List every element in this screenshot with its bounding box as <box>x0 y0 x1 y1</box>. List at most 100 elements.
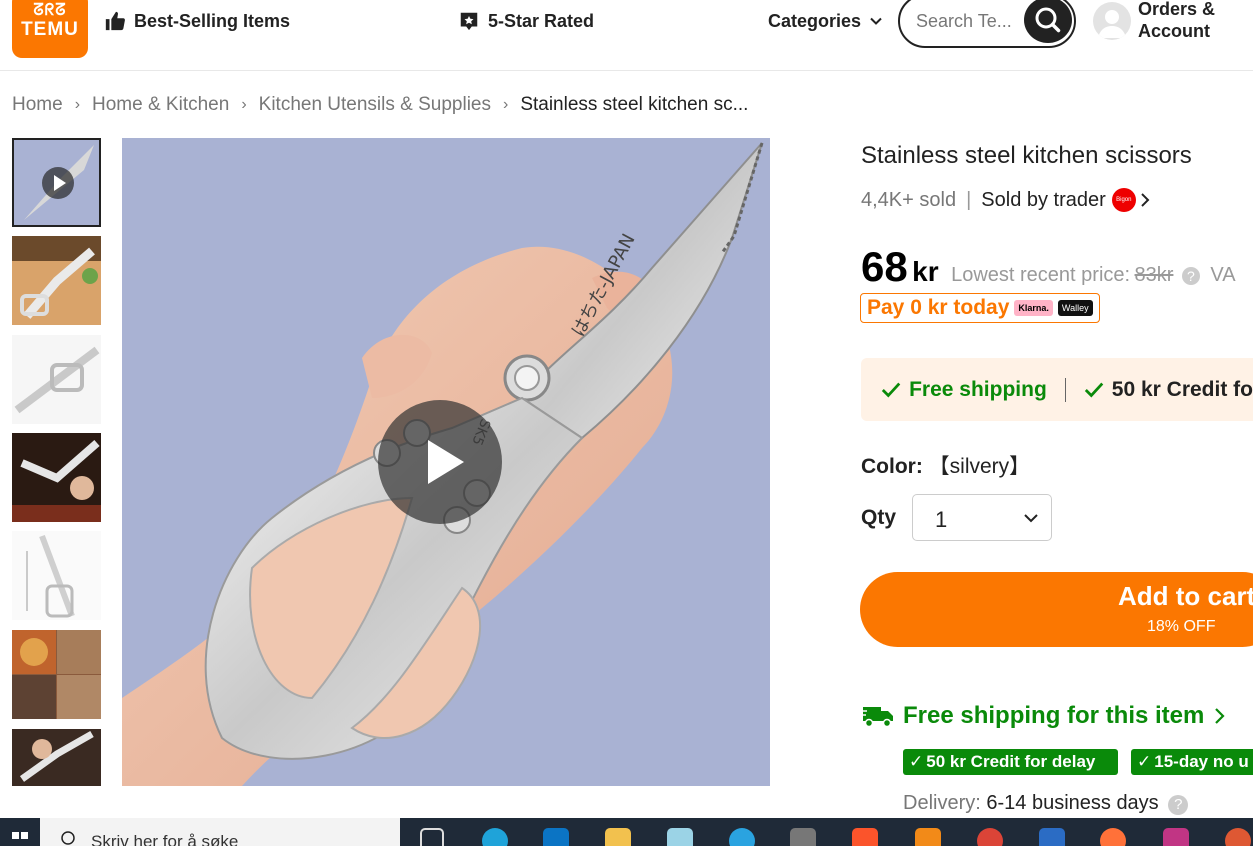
taskbar: Skriv her for å søke <box>0 818 1253 846</box>
file-explorer-icon[interactable] <box>605 828 631 846</box>
temu-logo[interactable]: ᘔᖇᘔ TEMU <box>12 0 88 58</box>
search-button[interactable] <box>1024 0 1072 43</box>
thumb-2-image <box>12 236 101 325</box>
brave-icon[interactable] <box>852 828 878 846</box>
chevron-right-icon: › <box>502 96 509 113</box>
chrome-icon[interactable] <box>977 828 1003 846</box>
help-icon[interactable]: ? <box>1168 795 1189 815</box>
thumb-video[interactable] <box>12 138 101 227</box>
divider <box>1064 377 1066 402</box>
check-icon: ✓ <box>1137 752 1152 771</box>
product-main-image[interactable]: はちた-JAPAN SK5 <box>122 138 770 786</box>
pay-later-box[interactable]: Pay 0 kr today Klarna. Walley <box>860 293 1100 323</box>
taskbar-search[interactable]: Skriv her for å søke <box>40 818 400 846</box>
thumb-5[interactable] <box>12 531 101 620</box>
thumb-4[interactable] <box>12 433 101 522</box>
check-icon <box>881 382 901 397</box>
thumb-4-image <box>12 433 101 522</box>
divider: | <box>966 188 972 211</box>
breadcrumb-current: Stainless steel kitchen sc... <box>520 94 749 115</box>
free-shipping-label: Free shipping <box>909 377 1047 401</box>
calculator-icon[interactable] <box>790 828 816 846</box>
account-line1: Orders & <box>1138 0 1216 19</box>
free-shipping-item-label: Free shipping for this item <box>903 702 1205 729</box>
thumb-5-image <box>12 531 101 620</box>
chevron-right-icon[interactable] <box>1138 192 1152 208</box>
firefox-icon[interactable] <box>1100 828 1126 846</box>
telegram-icon[interactable] <box>729 828 755 846</box>
seller-logo[interactable]: Bigon <box>1111 188 1136 212</box>
nav-best-selling[interactable]: Best-Selling Items <box>104 8 290 34</box>
breadcrumb-home[interactable]: Home <box>12 94 63 116</box>
header: ᘔᖇᘔ TEMU Best-Selling Items 5-Star Rated… <box>0 0 1253 71</box>
instagram-icon[interactable] <box>1163 828 1189 846</box>
user-icon <box>1098 10 1126 38</box>
search-input[interactable] <box>914 10 1028 33</box>
add-to-cart-button[interactable]: Add to cart 18% OFF <box>860 572 1253 647</box>
delivery-value: 6-14 business days <box>986 792 1159 814</box>
nav-categories[interactable]: Categories <box>768 8 883 34</box>
thumb-3[interactable] <box>12 335 101 424</box>
search-bar <box>898 0 1076 48</box>
duckduckgo-icon[interactable] <box>1225 828 1251 846</box>
store-icon[interactable] <box>543 828 569 846</box>
task-view-icon[interactable] <box>420 828 444 846</box>
thumb-7[interactable] <box>12 729 101 786</box>
notes-icon[interactable] <box>667 828 693 846</box>
walley-logo: Walley <box>1057 300 1093 316</box>
delivery-line: Delivery: 6-14 business days ? <box>903 792 1189 815</box>
shipping-credit-box: Free shipping 50 kr Credit fo <box>861 358 1253 421</box>
nav-five-star[interactable]: 5-Star Rated <box>458 8 594 34</box>
delivery-label: Delivery: <box>903 792 981 814</box>
search-icon <box>61 831 75 845</box>
start-button[interactable] <box>0 818 40 846</box>
color-value: 【silvery】 <box>928 455 1031 478</box>
qty-value: 1 <box>935 507 948 532</box>
chevron-right-icon <box>1215 708 1225 724</box>
thumb-video-image <box>14 140 99 225</box>
thumb-6-image <box>12 630 101 719</box>
color-line: Color: 【silvery】 <box>861 450 1030 480</box>
no-update-label: 15-day no u <box>1154 752 1249 771</box>
price-currency: kr <box>912 256 939 287</box>
color-label: Color: <box>861 455 923 478</box>
breadcrumb-utensils[interactable]: Kitchen Utensils & Supplies <box>259 94 491 116</box>
breadcrumb-home-kitchen[interactable]: Home & Kitchen <box>92 94 229 116</box>
avatar[interactable] <box>1093 2 1131 40</box>
taskbar-search-placeholder: Skriv her for å søke <box>91 832 239 846</box>
truck-icon <box>861 707 893 728</box>
free-shipping-item-link[interactable]: Free shipping for this item <box>861 702 1226 730</box>
lowest-price-label: Lowest recent price: <box>951 264 1131 286</box>
pay-today-label: Pay 0 kr today <box>867 296 1010 319</box>
orders-account-link[interactable]: Orders & Account <box>1138 0 1215 42</box>
sold-by-link[interactable]: Sold by trader <box>981 189 1106 212</box>
chevron-down-icon <box>1024 514 1038 523</box>
qty-label: Qty <box>861 506 897 529</box>
logo-icons: ᘔᖇᘔ <box>33 2 67 19</box>
cart-discount-label: 18% OFF <box>1147 618 1216 635</box>
logo-text: TEMU <box>21 19 79 40</box>
chevron-right-icon: › <box>241 96 247 113</box>
product-title: Stainless steel kitchen scissors <box>861 142 1192 169</box>
qty-select[interactable]: 1 <box>912 494 1052 541</box>
windows-icon <box>12 832 28 839</box>
edge-icon[interactable] <box>482 828 508 846</box>
price-block: 68 kr Lowest recent price: 83kr ? VA <box>861 243 1236 291</box>
credit-delay-badge: ✓ 50 kr Credit for delay <box>903 749 1118 775</box>
thumb-3-image <box>12 335 101 424</box>
scissors-image: はちた-JAPAN SK5 <box>122 138 770 786</box>
breadcrumb: Home › Home & Kitchen › Kitchen Utensils… <box>12 94 748 116</box>
vlc-icon[interactable] <box>915 828 941 846</box>
thumb-6[interactable] <box>12 630 101 719</box>
chevron-right-icon: › <box>74 96 81 113</box>
thumb-7-image <box>12 729 101 786</box>
search-icon <box>1035 7 1061 33</box>
document-icon[interactable] <box>1039 828 1065 846</box>
help-icon[interactable]: ? <box>1181 267 1200 285</box>
no-update-badge: ✓ 15-day no u <box>1131 749 1253 775</box>
lowest-price-value: 83kr <box>1134 264 1174 286</box>
check-icon: ✓ <box>909 752 924 771</box>
thumb-2[interactable] <box>12 236 101 325</box>
nav-categories-label: Categories <box>768 10 862 31</box>
credit-label: 50 kr Credit fo <box>1111 377 1253 401</box>
